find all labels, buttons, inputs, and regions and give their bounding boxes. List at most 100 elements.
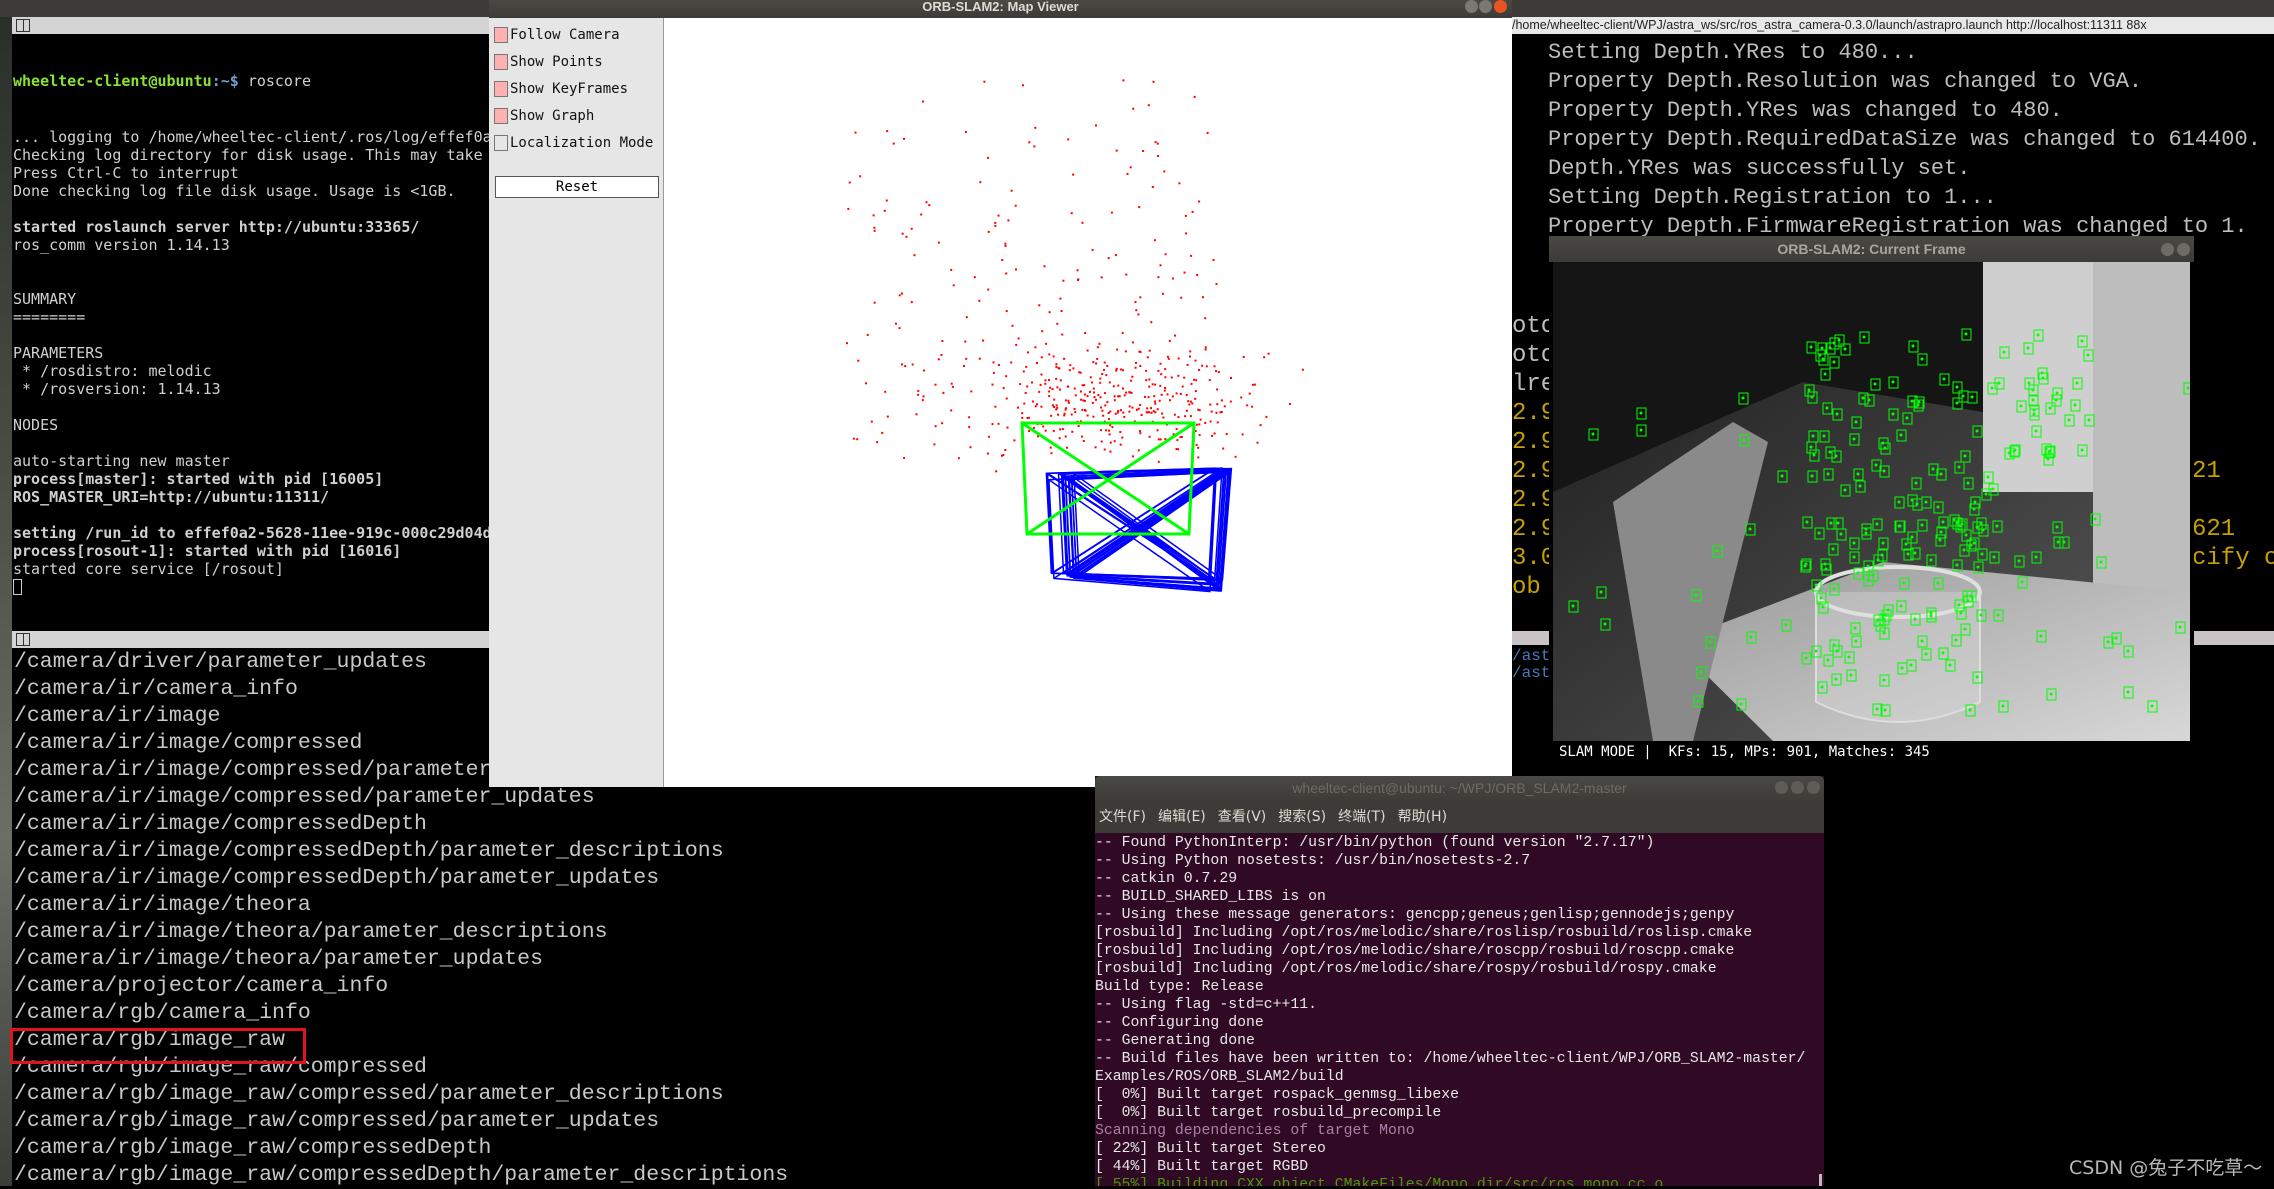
feature-point — [1936, 505, 1940, 509]
map-point — [1215, 370, 1217, 373]
feature-point — [2013, 448, 2017, 452]
map-point — [884, 390, 887, 393]
build-output-line: -- Found PythonInterp: /usr/bin/python (… — [1095, 835, 1655, 851]
map-point — [1069, 364, 1072, 367]
feature-point — [1954, 638, 1958, 642]
map-point — [1022, 84, 1024, 87]
window-title: wheeltec-client@ubuntu: ~/WPJ/ORB_SLAM2-… — [1292, 780, 1627, 796]
map-point — [1017, 337, 1020, 340]
minimize-button[interactable] — [2161, 243, 2174, 256]
map-point — [922, 395, 925, 398]
checkbox-label: Show Points — [510, 54, 603, 70]
map-point — [1177, 416, 1180, 419]
terminal-layout-icon[interactable] — [16, 633, 30, 646]
menu-item[interactable]: 帮助(H) — [1398, 809, 1447, 825]
map-point — [934, 383, 937, 386]
menu-item[interactable]: 终端(T) — [1338, 809, 1385, 825]
feature-point — [1891, 412, 1895, 416]
checkbox-show-points[interactable]: Show Points — [494, 54, 603, 70]
map-point — [1116, 411, 1119, 414]
map-point — [848, 181, 851, 184]
feature-point — [1807, 388, 1811, 392]
close-button[interactable] — [1807, 781, 1820, 794]
window-titlebar[interactable]: ORB-SLAM2: Map Viewer — [489, 0, 1512, 18]
map-viewer-window[interactable]: ORB-SLAM2: Map Viewer Follow Camera Show … — [489, 0, 1512, 787]
map-point — [892, 142, 895, 145]
map-point — [1189, 415, 1192, 418]
map-point — [1010, 361, 1013, 364]
map-canvas[interactable] — [665, 18, 1512, 787]
map-point — [1121, 436, 1124, 439]
close-button[interactable] — [2177, 243, 2190, 256]
maximize-button[interactable] — [1479, 0, 1492, 13]
map-point — [1055, 404, 1058, 407]
map-point — [950, 409, 953, 412]
checkbox-box[interactable] — [494, 108, 508, 124]
minimize-button[interactable] — [1775, 781, 1788, 794]
checkbox-show-keyframes[interactable]: Show KeyFrames — [494, 81, 628, 97]
checkbox-box[interactable] — [494, 135, 508, 151]
checkbox-box[interactable] — [494, 27, 508, 43]
feature-point — [1696, 699, 1700, 703]
menu-item[interactable]: 编辑(E) — [1158, 809, 1206, 825]
map-point — [1028, 141, 1031, 144]
scrollbar[interactable] — [1819, 1174, 1822, 1186]
map-point — [1157, 460, 1160, 463]
map-point — [1010, 189, 1013, 192]
feature-point — [2031, 388, 2035, 392]
checkbox-box[interactable] — [494, 81, 508, 97]
map-point — [1034, 405, 1037, 408]
menu-item[interactable]: 查看(V) — [1218, 809, 1267, 825]
window-titlebar[interactable]: ORB-SLAM2: Current Frame — [1549, 236, 2194, 262]
feature-point — [2080, 448, 2084, 452]
feature-point — [1715, 549, 1719, 553]
map-point — [1178, 182, 1181, 185]
map-point — [1198, 409, 1201, 412]
map-point — [1043, 265, 1046, 268]
map-point — [1040, 373, 1043, 376]
feature-point — [1992, 555, 1996, 559]
map-point — [910, 301, 913, 304]
menu-item[interactable]: 搜索(S) — [1278, 809, 1326, 825]
map-point — [873, 301, 876, 304]
roscore-terminal[interactable]: wheeltec-client@ubuntu:~$ roscore ... lo… — [12, 17, 490, 631]
feature-point — [2126, 690, 2130, 694]
terminal-line: process[master]: started with pid [16005… — [13, 470, 384, 488]
feature-point — [1739, 702, 1743, 706]
map-point — [1139, 432, 1142, 435]
close-button[interactable] — [1494, 0, 1507, 13]
map-point — [1180, 436, 1183, 438]
map-point — [1063, 412, 1066, 415]
window-titlebar[interactable]: wheeltec-client@ubuntu: ~/WPJ/ORB_SLAM2-… — [1095, 776, 1824, 802]
checkbox-show-graph[interactable]: Show Graph — [494, 108, 594, 124]
map-point — [1094, 446, 1097, 449]
build-terminal[interactable]: wheeltec-client@ubuntu: ~/WPJ/ORB_SLAM2-… — [1095, 776, 1824, 1186]
current-frame-window[interactable]: ORB-SLAM2: Current Frame SLAM MODE | KFs… — [1549, 236, 2194, 769]
topic-line: /camera/ir/image/theora/parameter_descri… — [14, 920, 608, 944]
feature-point — [1952, 518, 1956, 522]
map-point — [1068, 369, 1071, 372]
feature-point — [1847, 655, 1851, 659]
map-point — [1194, 359, 1197, 362]
checkbox-localization-mode[interactable]: Localization Mode — [494, 135, 653, 151]
checkbox-follow-camera[interactable]: Follow Camera — [494, 27, 620, 43]
map-point — [987, 230, 990, 233]
build-output-line: Scanning dependencies of target Mono — [1095, 1123, 1415, 1139]
map-point — [934, 425, 937, 428]
window-title: ORB-SLAM2: Map Viewer — [922, 0, 1079, 14]
terminal-layout-icon[interactable] — [16, 19, 30, 32]
menu-item[interactable]: 文件(F) — [1099, 809, 1146, 825]
feature-point — [1874, 463, 1878, 467]
feature-point — [1852, 437, 1856, 441]
checkbox-box[interactable] — [494, 54, 508, 70]
map-point — [1077, 425, 1080, 427]
map-point — [1067, 401, 1070, 404]
map-point — [1125, 391, 1127, 394]
minimize-button[interactable] — [1465, 0, 1478, 13]
map-point — [940, 354, 943, 356]
map-point — [1177, 448, 1180, 451]
maximize-button[interactable] — [1791, 781, 1804, 794]
reset-button[interactable]: Reset — [495, 176, 659, 198]
map-point — [1071, 430, 1074, 433]
